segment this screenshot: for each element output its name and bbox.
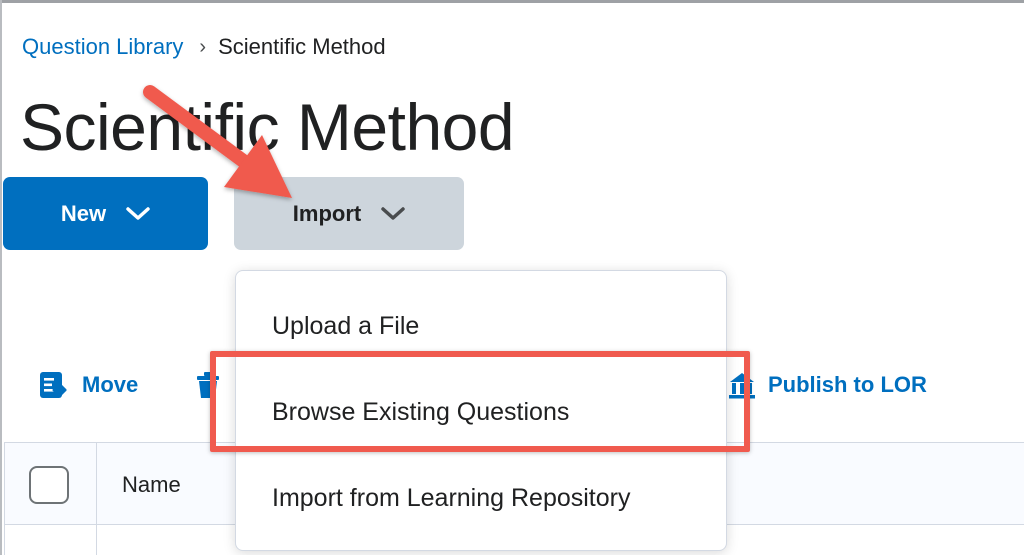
new-button[interactable]: New [3,177,208,250]
window-left-border [0,0,2,555]
column-header-name[interactable]: Name [122,472,181,498]
breadcrumb-separator: › [199,35,207,58]
select-all-checkbox[interactable] [29,466,69,504]
move-label: Move [82,372,139,397]
new-button-label: New [60,200,107,226]
chevron-down-icon [126,206,150,221]
menu-item-upload-file[interactable]: Upload a File [272,312,419,341]
annotation-highlight-box [210,351,750,452]
window-top-border [0,0,1024,3]
menu-item-import-from-learning-repository[interactable]: Import from Learning Repository [272,484,630,513]
move-icon [38,370,68,400]
page-title: Scientific Method [20,90,515,164]
publish-label: Publish to LOR [768,372,927,397]
breadcrumb: Question Library › Scientific Method [22,34,386,60]
publish-to-lor-button[interactable]: Publish to LOR [726,370,927,400]
import-button[interactable]: Import [234,177,464,250]
move-button[interactable]: Move [38,370,138,400]
import-button-label: Import [292,200,362,226]
breadcrumb-current: Scientific Method [218,34,386,59]
chevron-down-icon [381,206,405,221]
select-all-cell [5,443,97,555]
breadcrumb-link-question-library[interactable]: Question Library [22,34,183,60]
